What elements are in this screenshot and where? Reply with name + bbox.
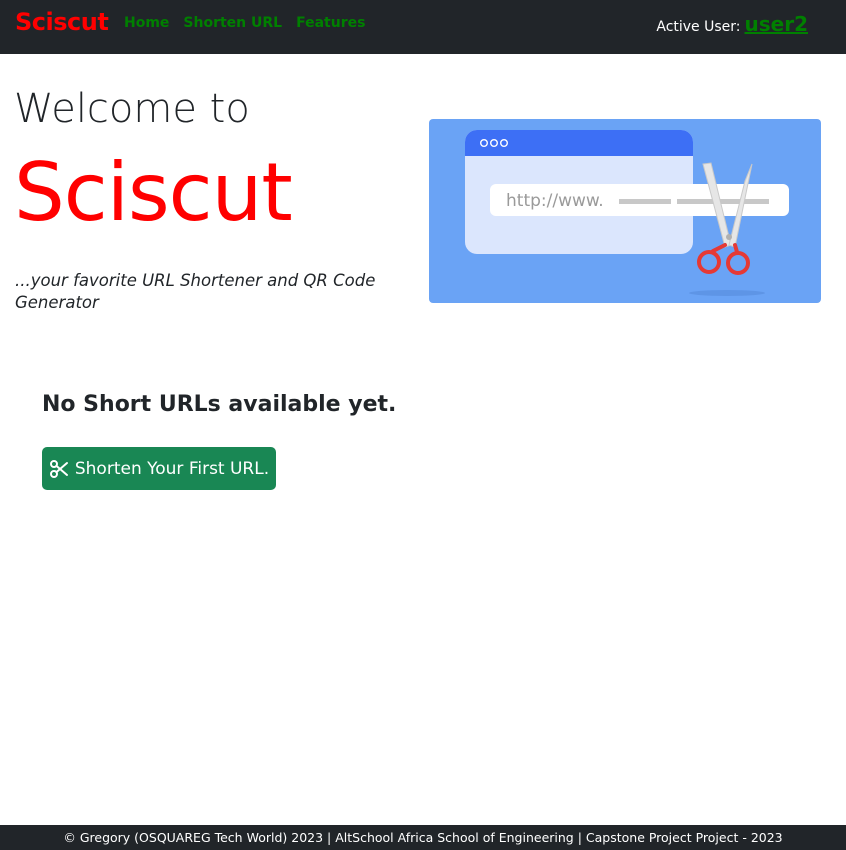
active-user-label: Active User:: [656, 19, 741, 35]
shorten-first-url-button[interactable]: Shorten Your First URL.: [42, 447, 276, 490]
hero-illustration: http://www.: [429, 119, 821, 303]
nav-link-features[interactable]: Features: [296, 15, 365, 31]
empty-state-message: No Short URLs available yet.: [42, 392, 397, 417]
nav-links: Home Shorten URL Features: [124, 15, 365, 31]
active-user-link[interactable]: user2: [745, 12, 809, 36]
url-bar-text: http://www.: [506, 191, 604, 211]
active-user: Active User: user2: [656, 12, 808, 36]
nav-link-home[interactable]: Home: [124, 15, 169, 31]
top-navbar: Sciscut Home Shorten URL Features Active…: [0, 0, 846, 54]
scissors-icon: [49, 459, 69, 479]
nav-link-shorten-url[interactable]: Shorten URL: [183, 15, 282, 31]
footer-text: © Gregory (OSQUAREG Tech World) 2023 | A…: [63, 830, 783, 845]
browser-titlebar: [465, 130, 693, 156]
hero-tagline: ...your favorite URL Shortener and QR Co…: [15, 271, 376, 312]
shorten-first-url-label: Shorten Your First URL.: [74, 458, 270, 479]
hero-brand-title: Sciscut: [14, 146, 293, 239]
brand-logo-link[interactable]: Sciscut: [15, 8, 109, 36]
page-footer: © Gregory (OSQUAREG Tech World) 2023 | A…: [0, 825, 846, 850]
welcome-heading: Welcome to: [14, 86, 250, 132]
